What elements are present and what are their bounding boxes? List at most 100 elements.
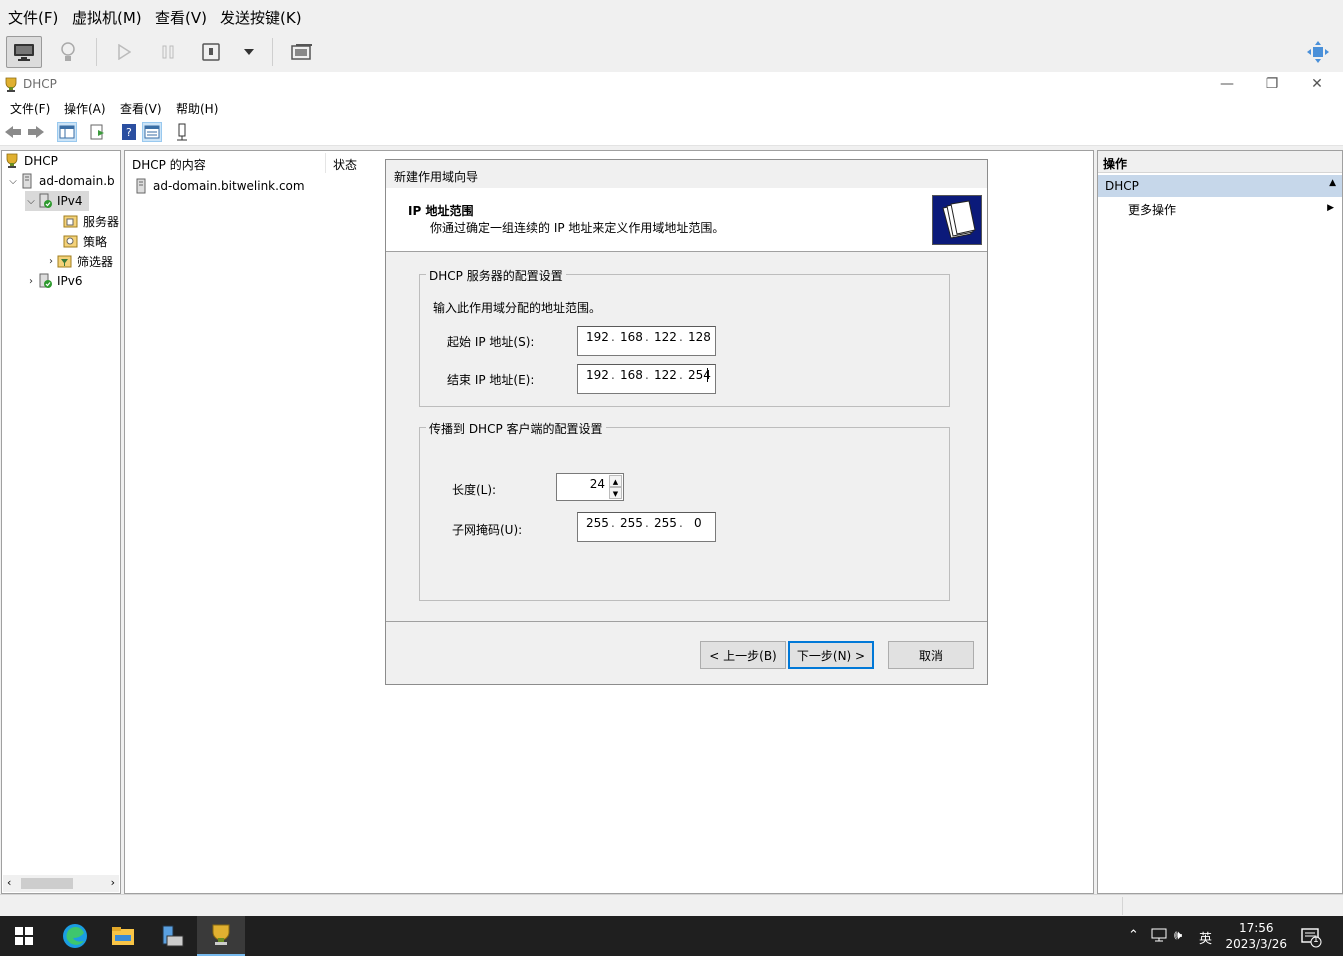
server-options-icon [63, 215, 78, 228]
wizard-subtitle: 你通过确定一组连续的 IP 地址来定义作用域地址范围。 [430, 221, 725, 235]
submenu-arrow-icon: ▶ [1327, 203, 1334, 213]
wizard-header: IP 地址范围 你通过确定一组连续的 IP 地址来定义作用域地址范围。 [386, 188, 987, 252]
actions-header: 操作 [1098, 151, 1342, 173]
clock-date: 2023/3/26 [1225, 937, 1287, 951]
tree-item-filters[interactable]: › 筛选器 [45, 251, 113, 271]
client-config-group-label: 传播到 DHCP 客户端的配置设置 [426, 420, 606, 437]
back-arrow-icon[interactable] [3, 122, 23, 142]
vm-menu-file[interactable]: 文件(F) [8, 7, 58, 28]
tree-item-server-options[interactable]: 服务器 [63, 211, 119, 231]
console-tree-icon[interactable] [57, 122, 77, 142]
mmc-menubar: 文件(F) 操作(A) 查看(V) 帮助(H) [0, 96, 1343, 118]
ipv4-icon [39, 193, 52, 208]
status-bar [0, 894, 1343, 916]
policy-icon [63, 235, 78, 248]
details-view-icon[interactable] [142, 122, 162, 142]
content-row-server[interactable]: ad-domain.bitwelink.com [133, 176, 305, 196]
notification-icon[interactable]: 1 [1300, 926, 1322, 948]
chevron-down-icon[interactable] [231, 36, 267, 68]
chevron-right-icon[interactable]: › [25, 276, 37, 287]
length-spinner[interactable]: 24 ▲ ▼ [556, 473, 624, 501]
start-ip-label: 起始 IP 地址(S): [447, 335, 535, 349]
vm-menu-view[interactable]: 查看(V) [155, 7, 207, 28]
notification-count: 1 [1313, 935, 1319, 945]
menu-help[interactable]: 帮助(H) [176, 100, 218, 117]
scroll-left-icon[interactable]: ‹ [7, 876, 11, 889]
scrollbar-thumb[interactable] [21, 878, 73, 889]
spin-down-icon[interactable]: ▼ [609, 487, 622, 499]
vm-menu-machine[interactable]: 虚拟机(M) [72, 7, 142, 28]
column-header-name[interactable]: DHCP 的内容 [132, 156, 206, 173]
ipv6-icon [39, 273, 52, 288]
tree-item-server[interactable]: ⌵ ad-domain.b [7, 171, 115, 191]
edge-icon[interactable] [51, 916, 99, 956]
server-config-group-label: DHCP 服务器的配置设置 [426, 267, 566, 284]
actions-section-dhcp[interactable]: DHCP ▲ [1098, 175, 1342, 197]
close-icon[interactable]: ✕ [1307, 74, 1327, 94]
chevron-down-icon[interactable]: ⌵ [7, 176, 19, 187]
vm-menubar: 文件(F) 虚拟机(M) 查看(V) 发送按键(K) [0, 0, 1343, 32]
end-ip-input[interactable]: 192. 168. 122. 254 [577, 364, 716, 394]
monitor-icon[interactable] [6, 36, 42, 68]
help-icon[interactable]: ? [119, 122, 139, 142]
ime-indicator[interactable]: 英 [1199, 928, 1212, 947]
play-icon[interactable] [106, 36, 142, 68]
chevron-right-icon[interactable]: › [45, 256, 57, 267]
tree-item-policies[interactable]: 策略 [63, 231, 107, 251]
wizard-title: 新建作用域向导 [394, 170, 479, 184]
clock-time: 17:56 [1238, 921, 1274, 935]
server-connect-icon[interactable] [172, 122, 192, 142]
minimize-icon[interactable]: — [1217, 74, 1237, 94]
fullscreen-icon[interactable] [1300, 36, 1336, 68]
end-ip-label: 结束 IP 地址(E): [447, 373, 535, 387]
forward-arrow-icon[interactable] [26, 122, 46, 142]
tree-item-ipv6[interactable]: › IPv6 [25, 271, 83, 291]
column-header-status[interactable]: 状态 [333, 156, 357, 173]
pause-icon[interactable] [150, 36, 186, 68]
subnet-mask-label: 子网掩码(U): [452, 523, 523, 537]
server-icon [22, 173, 32, 189]
dhcp-icon [5, 77, 17, 92]
server-manager-icon[interactable] [148, 916, 196, 956]
action-more[interactable]: 更多操作 [1128, 201, 1176, 218]
folders-logo-icon [932, 195, 982, 245]
volume-icon[interactable]: 🕪 [1174, 928, 1182, 943]
clock[interactable]: 17:56 2023/3/26 [1225, 920, 1287, 952]
window-title: DHCP [23, 77, 57, 91]
dhcp-icon [6, 153, 18, 168]
mmc-toolbar: ? [0, 118, 1343, 146]
tray-chevron-up-icon[interactable]: ⌃ [1128, 928, 1139, 943]
snapshot-icon[interactable] [284, 36, 320, 68]
cancel-button[interactable]: 取消 [888, 641, 974, 669]
network-icon[interactable] [1151, 928, 1167, 946]
menu-view[interactable]: 查看(V) [120, 100, 162, 117]
start-icon[interactable] [0, 916, 48, 956]
console-tree: DHCP ⌵ ad-domain.b ⌵ IPv4 服务器 策略 › 筛选器 ›… [1, 150, 121, 894]
menu-action[interactable]: 操作(A) [64, 100, 106, 117]
range-instruction: 输入此作用域分配的地址范围。 [433, 301, 602, 315]
tree-item-dhcp[interactable]: DHCP [4, 151, 58, 171]
tree-horizontal-scrollbar[interactable]: ‹ › [3, 875, 119, 892]
chevron-down-icon[interactable]: ⌵ [25, 196, 37, 207]
spin-up-icon[interactable]: ▲ [609, 475, 622, 487]
taskbar: ⌃ 🕪 英 17:56 2023/3/26 1 [0, 916, 1343, 956]
next-button[interactable]: 下一步(N) > [788, 641, 874, 669]
server-icon [136, 178, 146, 194]
dhcp-taskbar-icon[interactable] [197, 916, 245, 956]
menu-file[interactable]: 文件(F) [10, 100, 50, 117]
server-config-group: DHCP 服务器的配置设置 输入此作用域分配的地址范围。 起始 IP 地址(S)… [419, 267, 950, 407]
svg-text:?: ? [126, 126, 132, 139]
collapse-icon[interactable]: ▲ [1329, 178, 1336, 188]
vm-menu-sendkeys[interactable]: 发送按键(K) [220, 7, 302, 28]
restore-icon[interactable]: ❐ [1262, 74, 1282, 94]
scroll-right-icon[interactable]: › [111, 876, 115, 889]
device-icon[interactable] [193, 36, 229, 68]
bulb-icon[interactable] [50, 36, 86, 68]
back-button[interactable]: < 上一步(B) [700, 641, 786, 669]
file-explorer-icon[interactable] [99, 916, 147, 956]
start-ip-input[interactable]: 192. 168. 122. 128 [577, 326, 716, 356]
export-icon[interactable] [88, 122, 108, 142]
tree-item-ipv4[interactable]: ⌵ IPv4 [25, 191, 89, 211]
client-config-group: 传播到 DHCP 客户端的配置设置 长度(L): 24 ▲ ▼ 子网掩码(U):… [419, 420, 950, 601]
subnet-mask-input[interactable]: 255. 255. 255. 0 [577, 512, 716, 542]
